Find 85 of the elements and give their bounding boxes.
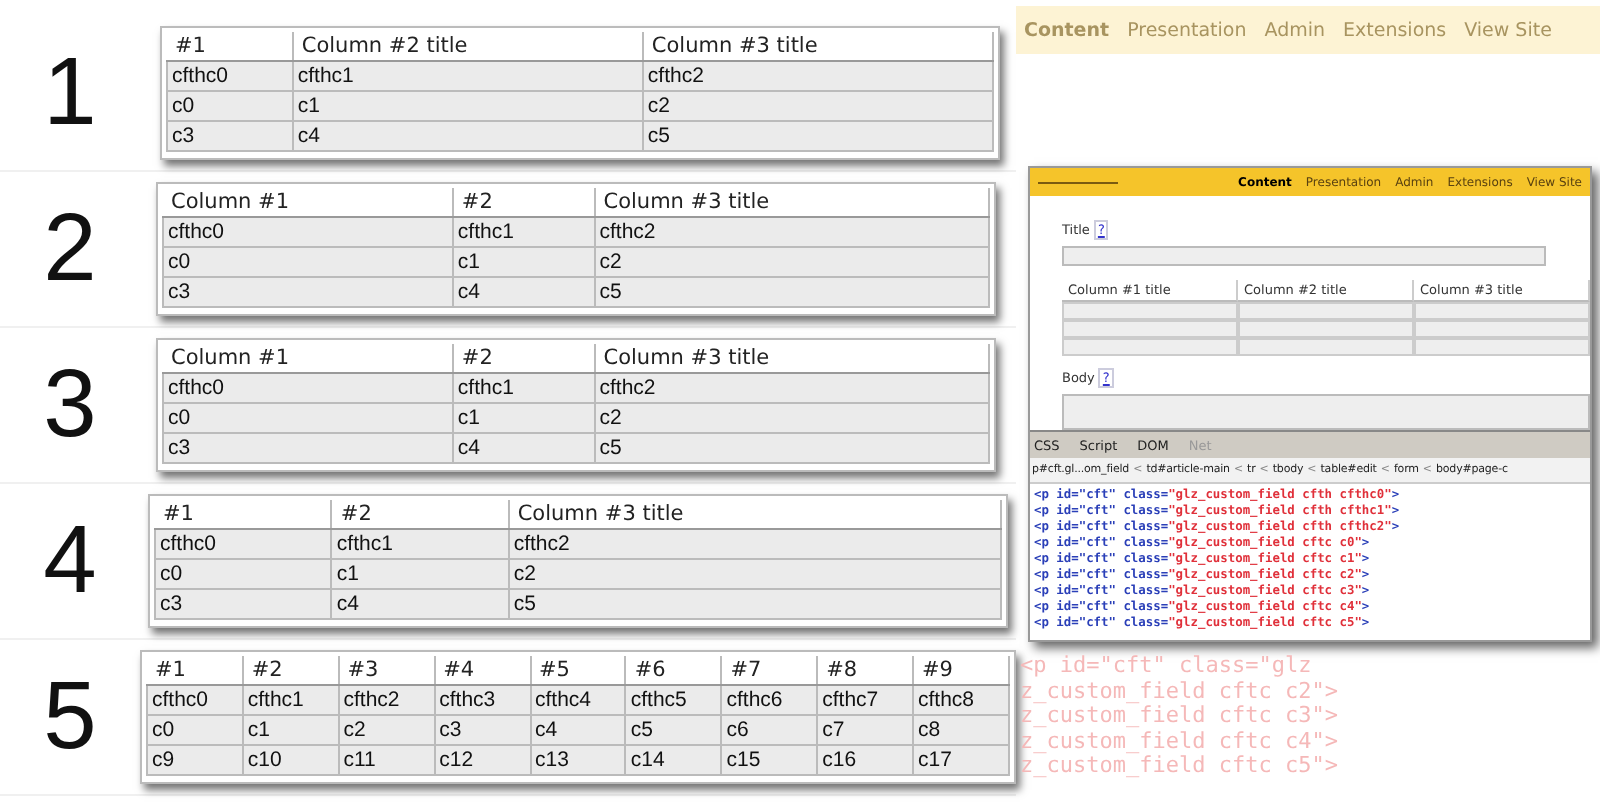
input-field[interactable] [1414,338,1590,356]
table-cell: cfthc6 [721,685,818,715]
faded-code-line: <p id="cft" class="glz [1020,654,1314,679]
table-cell: c1 [452,403,595,433]
table-cell: cfthc1 [452,217,595,247]
table-cell: c0 [147,715,243,745]
table-cell: c17 [913,745,1009,775]
input-field[interactable] [1414,320,1590,338]
table-cell: cfthc1 [452,373,595,403]
table-cell: c5 [508,589,1001,619]
faded-code-line: z_custom_field cftc c3"> [1020,704,1340,729]
table-cell: c7 [817,715,913,745]
body-text-area[interactable] [1062,394,1590,430]
table-cell: c13 [530,745,626,775]
table-cell: c2 [594,247,989,277]
table-cell: c5 [642,121,993,151]
table-cell: c3 [155,589,332,619]
input-field[interactable] [1238,320,1414,338]
input-field[interactable] [1062,338,1238,356]
table-cell: c1 [242,715,339,745]
input-field[interactable] [1238,338,1414,356]
faded-code-line: z_custom_field cftc c2"> [1020,679,1340,704]
table-cell: c4 [452,277,595,307]
table-cell: c8 [913,715,1009,745]
example-number: 3 [41,350,99,460]
table-cell: cfthc2 [338,685,435,715]
table-cell: c5 [594,433,989,463]
table-cell: cfthc3 [434,685,530,715]
table-cell: c5 [594,277,989,307]
table-cell: c1 [331,559,509,589]
table-cell: c6 [721,715,818,745]
table-cell: cfthc2 [642,61,993,91]
table-cell: c14 [625,745,722,775]
table-cell: c3 [167,121,293,151]
table-cell: cfthc0 [167,61,293,91]
table-cell: cfthc0 [163,217,453,247]
table-cell: cfthc0 [163,373,453,403]
table-cell: c2 [508,559,1001,589]
logo-line [1038,181,1118,183]
faded-code-line: z_custom_field cftc c4"> [1020,729,1340,754]
table-cell: c0 [167,91,293,121]
table-cell: c4 [530,715,626,745]
table-cell: cfthc7 [817,685,913,715]
table-cell: cfthc0 [147,685,243,715]
table-cell: c1 [452,247,595,277]
example-number: 5 [41,662,99,772]
table-cell: c11 [338,745,435,775]
input-field[interactable] [1062,320,1238,338]
example-number: 4 [41,506,99,616]
table-cell: c9 [147,745,243,775]
table-cell: cfthc2 [508,529,1001,559]
faded-code-line: z_custom_field cftc c5"> [1020,754,1340,779]
table-cell: cfthc5 [625,685,722,715]
table-cell: c3 [434,715,530,745]
input-field[interactable] [1238,302,1414,320]
table-cell: c2 [642,91,993,121]
input-field[interactable] [1414,302,1590,320]
example-number: 2 [41,194,99,304]
table-cell: cfthc1 [242,685,339,715]
table-cell: c2 [594,403,989,433]
table-cell: cfthc2 [594,217,989,247]
table-cell: c3 [163,433,453,463]
table-cell: c10 [242,745,339,775]
table-cell: cfthc1 [331,529,509,559]
table-cell: c3 [163,277,453,307]
input-field[interactable] [1062,302,1238,320]
table-cell: c5 [625,715,722,745]
table-cell: cfthc4 [530,685,626,715]
table-cell: cfthc8 [913,685,1009,715]
table-cell: c12 [434,745,530,775]
table-cell: cfthc1 [292,61,643,91]
example-number: 1 [41,38,99,148]
table-cell: c4 [452,433,595,463]
table-cell: cfthc2 [594,373,989,403]
table-cell: c4 [331,589,509,619]
table-cell: c0 [163,247,453,277]
table-cell: c0 [155,559,332,589]
table-cell: c1 [292,91,643,121]
table-cell: c15 [721,745,818,775]
table-cell: c16 [817,745,913,775]
table-cell: c4 [292,121,643,151]
title-input-field[interactable] [1062,246,1546,266]
table-cell: c2 [338,715,435,745]
table-cell: cfthc0 [155,529,332,559]
table-cell: c0 [163,403,453,433]
